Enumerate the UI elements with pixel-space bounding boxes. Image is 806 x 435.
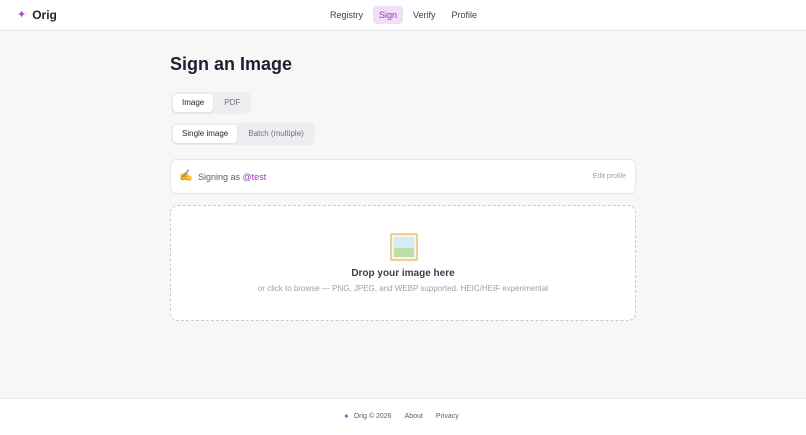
main-nav: Registry Sign Verify Profile — [324, 6, 483, 24]
mode-toggle: Single image Batch (multiple) — [171, 123, 315, 145]
tab-pdf[interactable]: PDF — [215, 94, 249, 112]
page-title: Sign an Image — [170, 54, 293, 74]
signing-username: @test — [242, 172, 267, 182]
sparkle-icon: ✦ — [343, 412, 350, 421]
file-type-toggle: Image PDF — [171, 92, 252, 114]
footer-brand: ✦ Orig © 2026 — [343, 412, 392, 421]
tab-batch-multiple[interactable]: Batch (multiple) — [239, 125, 313, 143]
brand-logo[interactable]: ✦ Orig — [17, 8, 57, 22]
tab-single-image[interactable]: Single image — [173, 125, 238, 143]
nav-registry[interactable]: Registry — [324, 6, 369, 24]
signing-identity-card: ✍️ Signing as @test Edit profile — [170, 159, 636, 194]
top-navbar: ✦ Orig Registry Sign Verify Profile — [0, 0, 806, 31]
nav-verify[interactable]: Verify — [407, 6, 442, 24]
brand-name: Orig — [32, 8, 57, 22]
dropzone-title: Drop your image here — [351, 268, 455, 279]
nav-sign[interactable]: Sign — [373, 6, 404, 24]
nav-profile[interactable]: Profile — [446, 6, 484, 24]
footer-link-privacy[interactable]: Privacy — [436, 413, 459, 420]
sparkle-icon: ✦ — [17, 9, 27, 21]
dropzone-subtitle: or click to browse — PNG, JPEG, and WEBP… — [257, 284, 549, 293]
footer: ✦ Orig © 2026 About Privacy — [0, 398, 806, 435]
signing-prefix: Signing as — [198, 172, 241, 182]
tab-image[interactable]: Image — [173, 94, 214, 112]
footer-copyright: Orig © 2026 — [353, 413, 392, 420]
writing-hand-icon: ✍️ — [179, 170, 193, 182]
signing-as-label: Signing as @test — [198, 172, 266, 182]
framed-picture-icon — [390, 233, 418, 261]
footer-link-about[interactable]: About — [405, 413, 423, 420]
image-dropzone[interactable]: Drop your image here or click to browse … — [170, 205, 636, 321]
edit-profile-link[interactable]: Edit profile — [593, 173, 626, 180]
